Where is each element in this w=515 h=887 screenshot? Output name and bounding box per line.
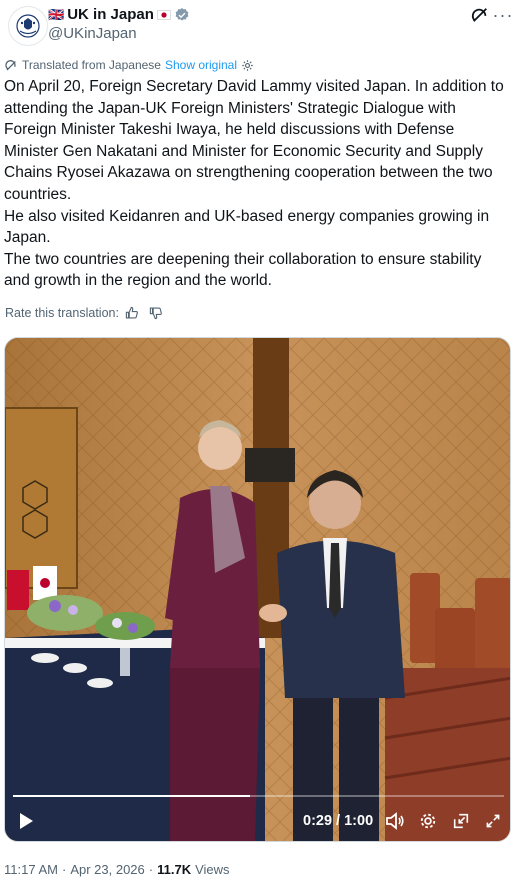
tweet-date[interactable]: Apr 23, 2026 bbox=[70, 862, 144, 877]
grok-icon[interactable] bbox=[469, 4, 491, 26]
video-progress-bar[interactable] bbox=[13, 795, 504, 797]
crest-icon bbox=[16, 14, 40, 38]
translate-icon bbox=[5, 59, 16, 71]
video-player[interactable]: 0:29 / 1:00 bbox=[4, 337, 511, 842]
play-icon[interactable] bbox=[15, 809, 37, 833]
show-original-link[interactable]: Show original bbox=[165, 58, 237, 72]
tweet-text: On April 20, Foreign Secretary David Lam… bbox=[4, 78, 504, 290]
views-label: Views bbox=[195, 862, 230, 877]
japan-flag-icon bbox=[156, 9, 171, 20]
video-progress-fill bbox=[13, 795, 251, 797]
picture-in-picture-icon[interactable] bbox=[449, 809, 473, 833]
rate-label: Rate this translation: bbox=[5, 306, 119, 320]
video-controls: 0:29 / 1:00 bbox=[5, 801, 510, 841]
video-time: 0:29 / 1:00 bbox=[303, 813, 374, 829]
handle[interactable]: @UKinJapan bbox=[48, 25, 137, 42]
views-count: 11.7K bbox=[157, 862, 192, 877]
name-row: 🇬🇧 UK in Japan bbox=[48, 6, 190, 23]
thumbs-down-icon[interactable] bbox=[149, 306, 163, 320]
tweet-meta: 11:17 AM · Apr 23, 2026 · 11.7K Views bbox=[4, 862, 230, 877]
fullscreen-icon[interactable] bbox=[481, 809, 505, 833]
translation-notice: Translated from Japanese Show original bbox=[5, 58, 254, 72]
display-name[interactable]: UK in Japan bbox=[67, 6, 154, 23]
rate-translation: Rate this translation: bbox=[5, 306, 163, 320]
tweet-header: 🇬🇧 UK in Japan @UKinJapan ··· bbox=[0, 0, 515, 50]
separator: · bbox=[61, 862, 67, 877]
avatar[interactable] bbox=[8, 6, 48, 46]
verified-badge-icon bbox=[175, 7, 189, 21]
thumbs-up-icon[interactable] bbox=[125, 306, 139, 320]
settings-gear-icon[interactable] bbox=[241, 59, 254, 72]
volume-icon[interactable] bbox=[383, 809, 407, 833]
separator: · bbox=[148, 862, 154, 877]
video-frame bbox=[5, 338, 510, 841]
tweet-time[interactable]: 11:17 AM bbox=[4, 862, 58, 877]
settings-gear-icon[interactable] bbox=[416, 809, 440, 833]
uk-flag-icon: 🇬🇧 bbox=[48, 6, 65, 22]
translated-from-label: Translated from Japanese bbox=[22, 58, 161, 72]
more-options-icon[interactable]: ··· bbox=[492, 4, 514, 26]
